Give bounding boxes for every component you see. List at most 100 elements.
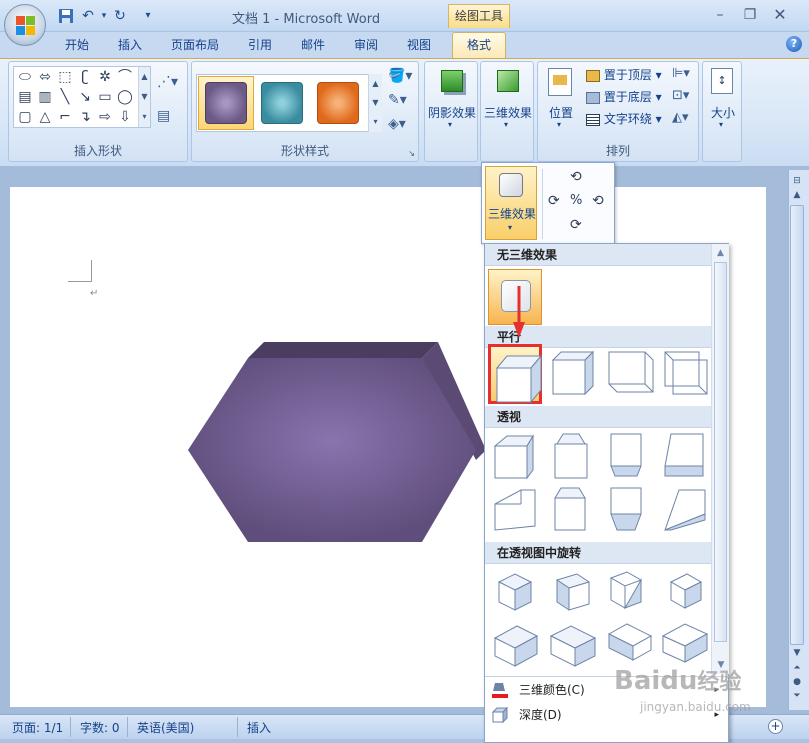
styles-gallery-scroll[interactable]: ▲ ▼ ▾ [368, 74, 382, 132]
tab-mailings[interactable]: 邮件 [301, 36, 325, 53]
ruler-toggle-icon[interactable]: ⊟ [790, 176, 804, 190]
gallery-scroll-up-icon[interactable]: ▲ [712, 248, 729, 258]
parallel-cube-2-icon[interactable] [551, 350, 595, 396]
restore-icon[interactable]: ❐ [736, 6, 764, 24]
rounded-rect-shape-icon[interactable]: ▢ [16, 109, 34, 125]
redo-icon[interactable]: ↻ [112, 8, 128, 24]
cube-shape-icon[interactable]: ⬚ [56, 69, 74, 85]
send-to-back-button[interactable]: 置于底层 ▾ [586, 88, 662, 105]
3d-effects-active-button[interactable]: 三维效果 ▾ [485, 166, 537, 240]
down-arrow-shape-icon[interactable]: ⇩ [116, 109, 134, 125]
rotation-cube-8-icon[interactable] [661, 623, 709, 663]
shapes-gallery-scroll[interactable]: ▲ ▼ ▾ [138, 67, 150, 127]
rotation-cube-5-icon[interactable] [493, 625, 539, 667]
status-words[interactable]: 字数: 0 [80, 719, 120, 736]
style-swatch-teal[interactable] [261, 82, 303, 124]
office-button[interactable] [4, 4, 46, 46]
rotation-cube-2-icon[interactable] [555, 573, 591, 611]
text-wrapping-button[interactable]: 文字环绕 ▾ [586, 110, 662, 127]
align-icon[interactable]: ⊫▾ [672, 66, 690, 81]
undo-dropdown-icon[interactable]: ▾ [96, 8, 112, 24]
scroll-up-icon[interactable]: ▲ [790, 190, 804, 204]
shadow-effects-button[interactable]: 阴影效果 [425, 104, 479, 121]
perspective-cube-7-icon[interactable] [610, 487, 642, 531]
ellipse-shape-icon[interactable]: ◯ [116, 89, 134, 105]
shape-outline-icon[interactable]: ✎▾ [388, 92, 407, 108]
elbow-arrow-shape-icon[interactable]: ↴ [76, 109, 94, 125]
textbox-shape-icon[interactable]: ▤ [16, 89, 34, 105]
rectangle-shape-icon[interactable]: ▭ [96, 89, 114, 105]
brace-shape-icon[interactable]: ʗ [76, 69, 94, 85]
status-language[interactable]: 英语(美国) [137, 719, 194, 736]
perspective-cube-8-icon[interactable] [664, 489, 706, 531]
style-swatch-orange[interactable] [317, 82, 359, 124]
close-icon[interactable]: ✕ [766, 6, 794, 24]
undo-icon[interactable]: ↶ [80, 8, 96, 24]
scroll-down-icon[interactable]: ▼ [790, 648, 804, 662]
tab-review[interactable]: 审阅 [354, 36, 378, 53]
elbow-connector-shape-icon[interactable]: ⌐ [56, 109, 74, 125]
tilt-down-icon[interactable]: ⟳ [570, 217, 582, 233]
gear-shape-icon[interactable]: ✲ [96, 69, 114, 85]
parallel-cube-1-icon[interactable] [495, 354, 543, 404]
perspective-cube-3-icon[interactable] [610, 433, 642, 477]
scroll-thumb[interactable] [790, 205, 804, 645]
oval-shape-icon[interactable]: ⬭ [16, 69, 34, 85]
gallery-scrollbar[interactable]: ▲ ▼ [711, 244, 729, 674]
position-button[interactable]: 位置 [544, 104, 578, 121]
line-shape-icon[interactable]: ╲ [56, 89, 74, 105]
arrow-line-shape-icon[interactable]: ↘ [76, 89, 94, 105]
edit-shape-icon[interactable]: ⋰▾ [157, 74, 183, 94]
next-page-icon[interactable]: ⏷ [790, 691, 804, 705]
tab-home[interactable]: 开始 [65, 36, 89, 53]
tab-page-layout[interactable]: 页面布局 [171, 36, 219, 53]
perspective-cube-5-icon[interactable] [494, 489, 536, 531]
3d-hexagon-shape[interactable] [186, 340, 486, 545]
dialog-launcher-icon[interactable]: ↘ [408, 149, 415, 158]
double-arrow-shape-icon[interactable]: ⬄ [36, 69, 54, 85]
tab-format[interactable]: 格式 [452, 32, 506, 59]
zoom-in-icon[interactable]: + [768, 719, 783, 734]
vertical-textbox-shape-icon[interactable]: ▥ [36, 89, 54, 105]
change-shape-icon[interactable]: ◈▾ [388, 116, 406, 132]
arc-shape-icon[interactable]: ⌒ [116, 69, 134, 85]
help-icon[interactable]: ? [786, 36, 802, 52]
customize-qat-icon[interactable]: ▾ [140, 8, 156, 24]
tab-references[interactable]: 引用 [248, 36, 272, 53]
tilt-left-icon[interactable]: ⟳ [548, 193, 560, 209]
style-swatch-purple[interactable] [205, 82, 247, 124]
prev-page-icon[interactable]: ⏶ [790, 663, 804, 677]
rotation-cube-6-icon[interactable] [549, 625, 597, 667]
rotation-cube-7-icon[interactable] [607, 623, 653, 661]
tab-view[interactable]: 视图 [407, 36, 431, 53]
tab-insert[interactable]: 插入 [118, 36, 142, 53]
triangle-shape-icon[interactable]: △ [36, 109, 54, 125]
perspective-cube-6-icon[interactable] [554, 487, 586, 531]
save-icon[interactable] [58, 8, 74, 24]
minimize-icon[interactable]: – [706, 6, 734, 24]
group-objects-icon[interactable]: ⊡▾ [672, 88, 689, 103]
perspective-cube-2-icon[interactable] [554, 433, 588, 479]
tilt-right-icon[interactable]: ⟲ [592, 193, 604, 209]
perspective-cube-1-icon[interactable] [493, 434, 534, 480]
rotation-cube-4-icon[interactable] [669, 573, 703, 609]
3d-effects-ribbon-button[interactable]: 三维效果 [481, 104, 535, 121]
bring-to-front-button[interactable]: 置于顶层 ▾ [586, 66, 662, 83]
shapes-gallery[interactable]: ⬭ ⬄ ⬚ ʗ ✲ ⌒ ▤ ▥ ╲ ↘ ▭ ◯ ▢ △ ⌐ ↴ ⇨ ⇩ ▲ ▼ ▾ [13, 66, 151, 128]
tilt-up-icon[interactable]: ⟲ [570, 169, 582, 185]
right-arrow-shape-icon[interactable]: ⇨ [96, 109, 114, 125]
3d-on-off-icon[interactable]: % [570, 193, 582, 208]
parallel-cube-4-icon[interactable] [664, 351, 708, 395]
rotation-cube-3-icon[interactable] [609, 571, 643, 609]
rotation-cube-1-icon[interactable] [497, 573, 533, 611]
parallel-cube-3-icon[interactable] [608, 351, 654, 393]
status-page[interactable]: 页面: 1/1 [12, 719, 63, 736]
text-box-icon[interactable]: ▤ [157, 108, 179, 126]
perspective-cube-4-icon[interactable] [664, 433, 704, 477]
status-insert-mode[interactable]: 插入 [247, 719, 271, 736]
shape-fill-icon[interactable]: 🪣▾ [388, 68, 412, 84]
browse-object-icon[interactable]: ● [790, 677, 804, 691]
rotate-icon[interactable]: ◭▾ [672, 110, 689, 125]
size-button[interactable]: 大小 [703, 104, 743, 121]
gallery-scroll-thumb[interactable] [714, 262, 727, 642]
